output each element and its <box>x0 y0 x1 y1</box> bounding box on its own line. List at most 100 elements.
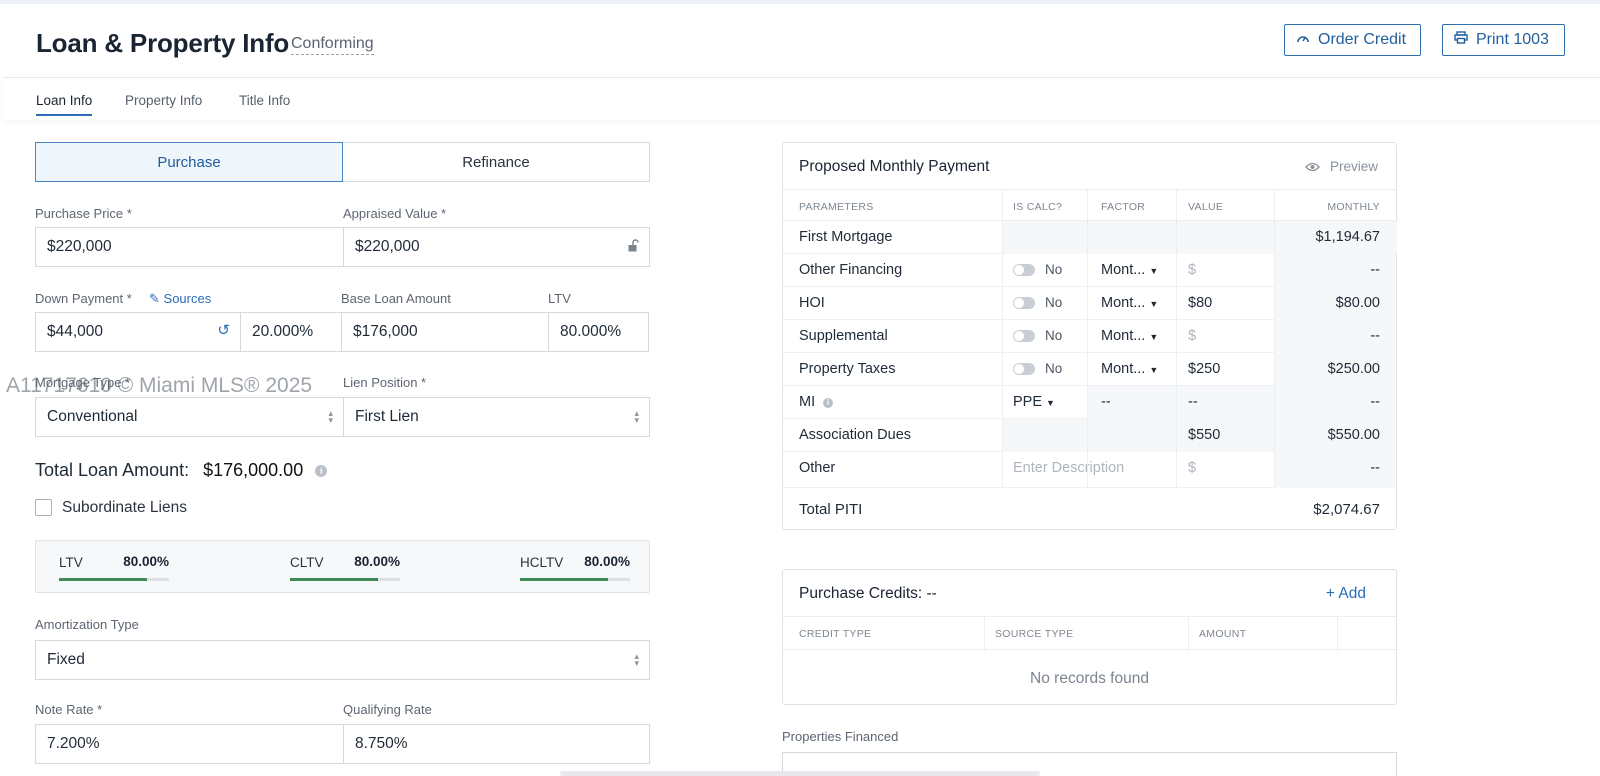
row-name: Property Taxes <box>799 361 896 377</box>
mortgage-type-select[interactable]: Conventional ▴ ▾ <box>35 397 344 437</box>
plus-icon: + <box>1325 585 1335 602</box>
base-loan-input[interactable]: $176,000 <box>341 312 549 352</box>
qualifying-rate-label: Qualifying Rate <box>343 702 432 717</box>
payment-row-mi: MI i PPE ▼ -- -- -- <box>783 386 1396 419</box>
properties-financed-label: Properties Financed <box>782 729 899 744</box>
ltv-value: 80.000% <box>560 323 622 340</box>
row-monthly: -- <box>1370 460 1380 476</box>
tab-loan-info[interactable]: Loan Info <box>36 93 93 116</box>
col-is-calc: IS CALC? <box>1013 201 1063 213</box>
description-input[interactable]: Enter Description <box>1013 460 1124 476</box>
appraised-value-value: $220,000 <box>355 238 420 255</box>
row-calc: PPE <box>1013 394 1043 410</box>
row-name: Association Dues <box>799 427 912 443</box>
ratio-cltv: CLTV 80.00% <box>290 554 400 581</box>
ratio-value: 80.00% <box>584 554 630 569</box>
qualifying-rate-input[interactable]: 8.750% <box>343 724 650 764</box>
purchase-price-input[interactable]: $220,000 <box>35 227 344 267</box>
col-parameters: PARAMETERS <box>799 201 874 213</box>
ratio-label: CLTV <box>290 555 324 570</box>
calc-toggle[interactable] <box>1013 363 1035 375</box>
refinance-button[interactable]: Refinance <box>343 142 650 182</box>
info-icon[interactable]: i <box>315 464 328 477</box>
total-loan-label: Total Loan Amount: <box>35 460 190 480</box>
row-name: First Mortgage <box>799 229 893 245</box>
print-1003-button[interactable]: Print 1003 <box>1442 24 1565 56</box>
add-credit-button[interactable]: + Add <box>1326 585 1366 603</box>
sources-link[interactable]: ✎ Sources <box>149 291 211 307</box>
ratio-bar <box>290 578 400 581</box>
factor-select[interactable]: Mont... ▼ <box>1101 295 1158 311</box>
column-divider <box>1176 189 1177 489</box>
scroll-shadow <box>560 771 1040 776</box>
tab-property-info[interactable]: Property Info <box>125 93 202 114</box>
row-value: -- <box>1188 394 1198 410</box>
mls-watermark: A11717610 © Miami MLS® 2025 <box>6 374 313 397</box>
note-rate-value: 7.200% <box>47 735 100 752</box>
amortization-value: Fixed <box>47 651 85 668</box>
purchase-price-value: $220,000 <box>47 238 112 255</box>
row-name: Supplemental <box>799 328 888 344</box>
row-name: Other Financing <box>799 262 903 278</box>
row-factor: -- <box>1101 394 1111 410</box>
info-icon[interactable]: i <box>823 398 833 408</box>
calc-toggle[interactable] <box>1013 330 1035 342</box>
subordinate-liens-label: Subordinate Liens <box>62 499 187 516</box>
down-payment-percent-input[interactable]: 20.000% <box>240 312 342 352</box>
caret-down-icon: ▼ <box>1149 365 1159 375</box>
row-value[interactable]: $ <box>1188 460 1196 476</box>
row-monthly: $250.00 <box>1327 361 1380 377</box>
calc-toggle[interactable] <box>1013 264 1035 276</box>
unlock-icon[interactable] <box>628 239 639 255</box>
purchase-credits-card: Purchase Credits: -- + Add CREDIT TYPE S… <box>782 569 1397 705</box>
calc-toggle[interactable] <box>1013 297 1035 309</box>
preview-button[interactable]: Preview <box>1305 159 1378 174</box>
payment-row-hoi: HOI No Mont... ▼ $80 $80.00 <box>783 287 1396 320</box>
ltv-input[interactable]: 80.000% <box>548 312 649 352</box>
mi-select[interactable]: PPE ▼ <box>1013 394 1055 410</box>
order-credit-button[interactable]: Order Credit <box>1284 24 1421 56</box>
down-payment-label: Down Payment * <box>35 291 132 306</box>
subordinate-liens-checkbox[interactable] <box>35 499 52 516</box>
lien-position-select[interactable]: First Lien ▴ ▾ <box>343 397 650 437</box>
row-value[interactable]: $ <box>1188 262 1196 278</box>
loan-type-subtitle[interactable]: Conforming <box>291 35 374 55</box>
caret-down-icon: ▼ <box>1149 266 1159 276</box>
tab-title-info[interactable]: Title Info <box>239 93 290 114</box>
row-calc: No <box>1045 295 1063 310</box>
appraised-value-input[interactable]: $220,000 <box>343 227 650 267</box>
purchase-button[interactable]: Purchase <box>35 142 343 182</box>
row-monthly: -- <box>1370 262 1380 278</box>
down-payment-input[interactable]: $44,000 ↺ <box>35 312 241 352</box>
row-factor: Mont... <box>1101 262 1146 278</box>
note-rate-input[interactable]: 7.200% <box>35 724 344 764</box>
print-label: Print 1003 <box>1476 31 1549 48</box>
reset-icon[interactable]: ↺ <box>217 321 230 339</box>
row-value[interactable]: $250 <box>1188 361 1220 377</box>
row-monthly: -- <box>1370 328 1380 344</box>
ratio-ltv: LTV 80.00% <box>59 554 169 581</box>
row-name: HOI <box>799 295 825 311</box>
row-factor: Mont... <box>1101 361 1146 377</box>
lien-position-value: First Lien <box>355 408 419 425</box>
col-monthly: MONTHLY <box>1327 201 1380 213</box>
proposed-payment-card: Proposed Monthly Payment Preview PARAMET… <box>782 142 1397 530</box>
amortization-select[interactable]: Fixed ▴ ▾ <box>35 640 650 680</box>
factor-select[interactable]: Mont... ▼ <box>1101 328 1158 344</box>
factor-select[interactable]: Mont... ▼ <box>1101 361 1158 377</box>
payment-row-other: Other Enter Description $ -- <box>783 452 1396 488</box>
printer-icon <box>1454 31 1468 49</box>
ratio-bar-fill <box>520 578 608 581</box>
page-title: Loan & Property Info <box>36 28 290 58</box>
base-loan-label: Base Loan Amount <box>341 291 451 306</box>
factor-select[interactable]: Mont... ▼ <box>1101 262 1158 278</box>
credits-grid-header: CREDIT TYPE SOURCE TYPE AMOUNT <box>783 616 1396 651</box>
row-value[interactable]: $ <box>1188 328 1196 344</box>
loan-purpose-toggle: Purchase Refinance <box>35 142 650 182</box>
total-piti-label: Total PITI <box>799 501 863 518</box>
row-value[interactable]: $80 <box>1188 295 1212 311</box>
row-value[interactable]: $550 <box>1188 427 1220 443</box>
col-factor: FACTOR <box>1101 201 1146 213</box>
row-factor: Mont... <box>1101 295 1146 311</box>
total-loan-amount: Total Loan Amount: $176,000.00 i <box>35 460 328 481</box>
